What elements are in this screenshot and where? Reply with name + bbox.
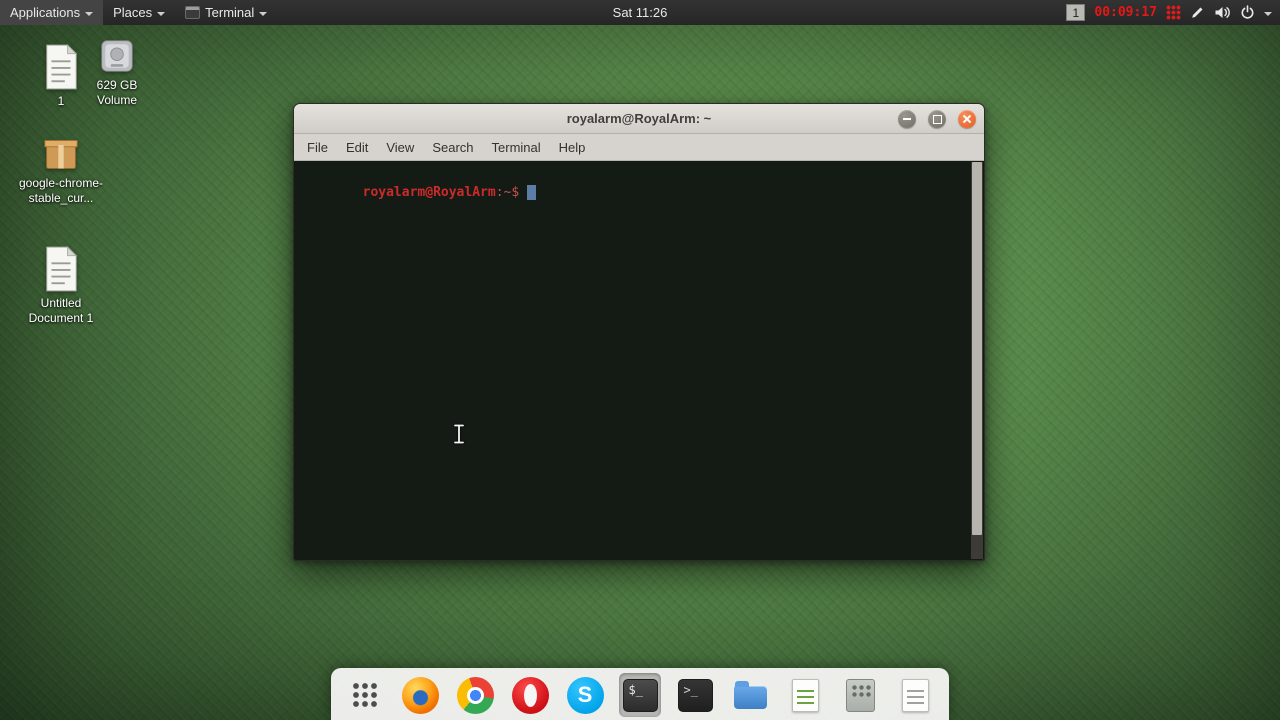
menu-edit[interactable]: Edit xyxy=(337,136,377,159)
desktop-icon-label: google-chrome-stable_cur... xyxy=(18,176,104,206)
dock-item-app-grid[interactable] xyxy=(344,673,386,717)
terminal-icon: $_ xyxy=(622,678,658,712)
menu-search[interactable]: Search xyxy=(423,136,482,159)
scrollbar-thumb[interactable] xyxy=(972,162,982,536)
desktop-icon-label: Untitled Document 1 xyxy=(28,296,94,326)
clock-label: Sat 11:26 xyxy=(612,5,668,20)
desktop-icon-untitled-document[interactable]: Untitled Document 1 xyxy=(18,246,104,327)
menu-view[interactable]: View xyxy=(377,136,423,159)
places-menu-label: Places xyxy=(113,5,153,20)
package-icon xyxy=(44,140,78,169)
menu-help[interactable]: Help xyxy=(550,136,595,159)
app-grid-icon xyxy=(352,682,378,708)
dock-item-terminal[interactable]: >_ xyxy=(674,673,716,717)
active-app-label: Terminal xyxy=(205,5,255,20)
dock-item-firefox[interactable] xyxy=(399,673,441,717)
menu-file[interactable]: File xyxy=(298,136,337,159)
chevron-down-icon xyxy=(157,11,166,16)
document-icon xyxy=(46,246,78,292)
window-title: royalarm@RoyalArm: ~ xyxy=(566,111,712,126)
minimize-button[interactable] xyxy=(898,109,916,128)
desktop-icon-label: 629 GB Volume xyxy=(96,78,138,108)
places-menu[interactable]: Places xyxy=(103,0,175,25)
document-lines xyxy=(906,685,924,706)
clock[interactable]: Sat 11:26 xyxy=(605,0,676,25)
document-icon xyxy=(46,44,78,90)
chrome-icon-core xyxy=(466,686,484,704)
terminal-cursor xyxy=(527,185,537,200)
window-menubar: File Edit View Search Terminal Help xyxy=(294,134,984,161)
prompt-user-host: royalarm@RoyalArm xyxy=(362,185,496,200)
dock-item-chrome[interactable] xyxy=(454,673,496,717)
dock-item-opera[interactable] xyxy=(509,673,551,717)
active-app-menu[interactable]: Terminal xyxy=(175,0,277,25)
close-button[interactable] xyxy=(958,109,976,128)
desktop-icon-label: 1 xyxy=(57,94,65,108)
calculator-icon xyxy=(845,678,875,712)
dock-item-skype[interactable]: S xyxy=(564,673,606,717)
prompt-suffix: :~$ xyxy=(495,185,520,200)
desktop-icon-volume[interactable]: 629 GB Volume xyxy=(80,38,154,109)
applications-menu[interactable]: Applications xyxy=(0,0,104,25)
document-lines xyxy=(796,685,814,706)
green-document-icon xyxy=(791,678,819,712)
chevron-down-icon xyxy=(259,11,268,16)
calculator-keys xyxy=(849,682,871,699)
maximize-button[interactable] xyxy=(928,109,946,128)
folder-icon xyxy=(733,681,767,709)
dock-item-text-document[interactable] xyxy=(894,673,936,717)
window-titlebar[interactable]: royalarm@RoyalArm: ~ xyxy=(294,104,984,134)
opera-icon xyxy=(511,676,549,714)
terminal-icon: >_ xyxy=(677,678,713,712)
screen: Applications Places Terminal Sat 11:26 1… xyxy=(0,0,1280,720)
applications-menu-label: Applications xyxy=(10,5,81,20)
firefox-icon xyxy=(401,676,439,714)
workspace-number: 1 xyxy=(1072,5,1080,20)
dock-item-calculator[interactable] xyxy=(839,673,881,717)
menu-terminal[interactable]: Terminal xyxy=(483,136,550,159)
dock-item-file-manager[interactable] xyxy=(729,673,771,717)
skype-icon: S xyxy=(566,676,604,714)
session-menu-chevron-icon[interactable] xyxy=(1264,11,1272,16)
drive-icon xyxy=(101,40,133,72)
screen-recorder-timer: 00:09:17 xyxy=(1094,5,1157,20)
screen-recorder-icon[interactable] xyxy=(1166,5,1181,20)
opera-icon-core xyxy=(523,683,537,707)
dock-item-green-document[interactable] xyxy=(784,673,826,717)
chevron-down-icon xyxy=(85,11,94,16)
top-panel: Applications Places Terminal Sat 11:26 1… xyxy=(0,0,1280,25)
terminal-window: royalarm@RoyalArm: ~ File Edit View Sear… xyxy=(293,103,985,561)
dock: S $_ >_ xyxy=(331,668,949,720)
chrome-icon xyxy=(456,676,494,714)
terminal-app-icon xyxy=(185,6,201,19)
text-document-icon xyxy=(901,678,929,712)
terminal-scrollbar[interactable] xyxy=(971,162,983,559)
pen-input-icon[interactable] xyxy=(1190,5,1205,20)
dock-item-terminal-active[interactable]: $_ xyxy=(619,673,661,717)
desktop-icon-chrome-package[interactable]: google-chrome-stable_cur... xyxy=(18,136,104,207)
power-icon[interactable] xyxy=(1240,5,1255,20)
terminal-content[interactable]: royalarm@RoyalArm:~$ xyxy=(294,161,984,560)
workspace-switcher[interactable]: 1 xyxy=(1066,4,1086,21)
mouse-ibeam-cursor xyxy=(452,424,466,449)
volume-icon[interactable] xyxy=(1214,5,1231,20)
